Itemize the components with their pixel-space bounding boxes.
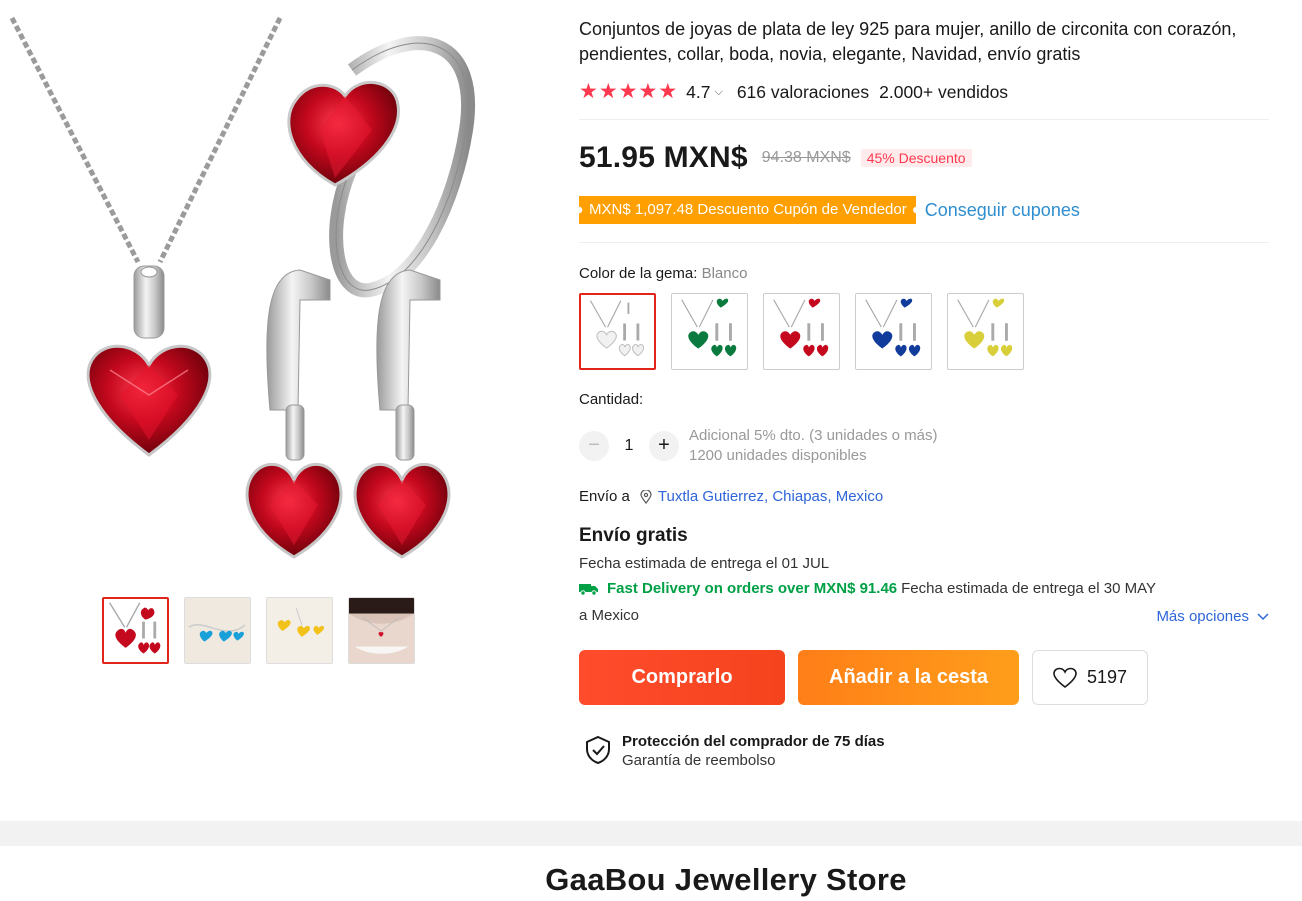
ship-to-label: Envío a — [579, 488, 630, 505]
wishlist-count: 5197 — [1086, 667, 1128, 687]
section-separator — [0, 821, 1302, 846]
swatch-red[interactable] — [763, 293, 840, 370]
thumbnail-yellow-set[interactable] — [266, 597, 333, 664]
chevron-down-icon[interactable]: ⌵ — [714, 86, 722, 99]
swatch-white[interactable] — [579, 293, 656, 370]
discount-badge: 45% Descuento — [860, 149, 972, 167]
add-to-cart-button[interactable]: Añadir a la cesta — [798, 650, 1019, 705]
star-icon: ★ — [658, 80, 678, 103]
location-pin-icon — [640, 489, 652, 504]
product-title: Conjuntos de joyas de plata de ley 925 p… — [579, 19, 1237, 64]
divider — [579, 242, 1269, 243]
shield-check-icon — [586, 735, 610, 765]
rating-row: ★ ★ ★ ★ ★ 4.7 ⌵ 616 valoraciones 2.000+ … — [579, 81, 1008, 103]
quantity-notes: Adicional 5% dto. (3 unidades o más) 120… — [689, 426, 937, 466]
fast-delivery-estimate: Fecha estimada de entrega el 30 MAY — [901, 580, 1157, 597]
star-icon: ★ — [598, 80, 618, 103]
coupon-row: MXN$ 1,097.48 Descuento Cupón de Vendedo… — [579, 196, 1080, 224]
star-rating: ★ ★ ★ ★ ★ — [579, 80, 678, 103]
quantity-increase-button[interactable]: + — [649, 431, 679, 461]
swatch-green[interactable] — [671, 293, 748, 370]
main-product-image[interactable] — [0, 0, 560, 585]
purchase-actions: Comprarlo Añadir a la cesta 5197 — [579, 650, 1148, 705]
star-icon: ★ — [618, 80, 638, 103]
thumbnail-strip — [102, 597, 415, 664]
free-shipping-title: Envío gratis — [579, 525, 688, 546]
rating-value[interactable]: 4.7 — [686, 82, 710, 103]
divider — [579, 119, 1269, 120]
quantity-decrease-button[interactable]: − — [579, 431, 609, 461]
ship-to-row: Envío a Tuxtla Gutierrez, Chiapas, Mexic… — [579, 488, 883, 505]
seller-coupon-tag[interactable]: MXN$ 1,097.48 Descuento Cupón de Vendedo… — [579, 196, 917, 224]
thumbnail-red-set[interactable] — [102, 597, 169, 664]
review-count[interactable]: 616 valoraciones — [737, 82, 869, 103]
fast-delivery-row: Fast Delivery on orders over MXN$ 91.46 … — [579, 580, 1156, 597]
gem-color-label-text: Color de la gema: — [579, 265, 698, 282]
chevron-down-icon — [1257, 612, 1269, 620]
protection-title: Protección del comprador de 75 días — [622, 733, 885, 750]
buy-now-button[interactable]: Comprarlo — [579, 650, 785, 705]
wishlist-button[interactable]: 5197 — [1032, 650, 1148, 705]
stock-available-note: 1200 unidades disponibles — [689, 447, 867, 464]
quantity-value[interactable]: 1 — [609, 437, 649, 455]
truck-icon — [579, 583, 598, 596]
buyer-protection: Protección del comprador de 75 días Gara… — [584, 732, 885, 770]
original-price: 94.38 MXN$ — [761, 149, 851, 166]
fast-delivery-text: Fast Delivery on orders over MXN$ 91.46 — [607, 580, 898, 597]
destination-country: a Mexico — [579, 607, 640, 624]
current-price: 51.95 MXN$ — [579, 141, 748, 174]
more-shipping-options[interactable]: Más opciones — [1156, 608, 1269, 625]
quantity-stepper: − 1 + Adicional 5% dto. (3 unidades o má… — [579, 426, 937, 466]
more-options-label: Más opciones — [1156, 608, 1249, 625]
delivery-estimate: Fecha estimada de entrega el 01 JUL — [579, 555, 830, 572]
store-name[interactable]: GaaBou Jewellery Store — [0, 862, 1302, 898]
ship-location-link[interactable]: Tuxtla Gutierrez, Chiapas, Mexico — [658, 488, 883, 505]
gem-color-selected: Blanco — [701, 265, 748, 282]
swatch-yellow[interactable] — [947, 293, 1024, 370]
sold-count: 2.000+ vendidos — [879, 81, 1009, 102]
star-icon: ★ — [579, 80, 598, 103]
heart-icon — [1053, 667, 1077, 688]
store-name-text: GaaBou Jewellery Store — [545, 862, 907, 897]
gem-color-label: Color de la gema: Blanco — [579, 265, 747, 282]
swatch-blue[interactable] — [855, 293, 932, 370]
price-row: 51.95 MXN$ 94.38 MXN$ 45% Descuento — [579, 141, 972, 175]
quantity-label: Cantidad: — [579, 391, 644, 408]
bulk-discount-note: Adicional 5% dto. (3 unidades o más) — [689, 427, 938, 444]
gem-color-swatches — [579, 293, 1024, 370]
jewelry-set-photo — [9, 16, 475, 559]
get-coupons-link[interactable]: Conseguir cupones — [925, 200, 1080, 221]
thumbnail-model-wearing[interactable] — [348, 597, 415, 664]
thumbnail-blue-set[interactable] — [184, 597, 251, 664]
star-icon: ★ — [638, 80, 658, 103]
protection-subtitle: Garantía de reembolso — [622, 752, 776, 769]
